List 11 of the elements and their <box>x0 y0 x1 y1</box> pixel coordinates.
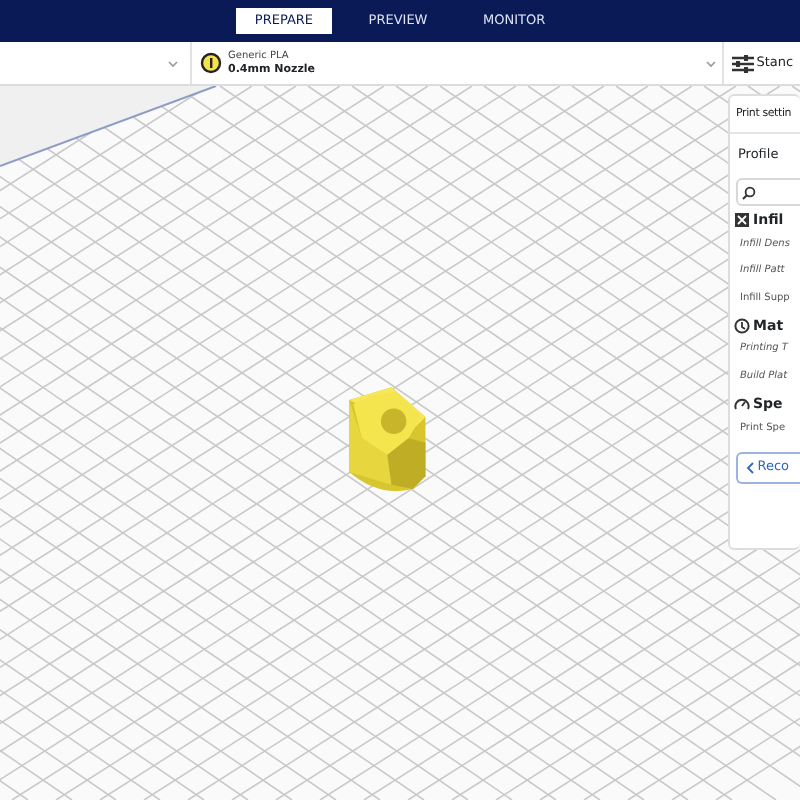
speed-icon <box>733 396 750 413</box>
infill-icon <box>733 212 750 229</box>
search-field[interactable] <box>736 178 800 206</box>
chevron-left-icon <box>746 461 754 474</box>
extruder-icon <box>199 52 221 74</box>
search-icon <box>741 185 756 199</box>
chevron-down-icon[interactable] <box>168 59 178 67</box>
3d-model-drawing[interactable] <box>349 387 426 492</box>
chevron-down-icon[interactable] <box>705 59 715 67</box>
material-icon <box>733 318 750 334</box>
settings-sliders-icon[interactable] <box>731 53 753 73</box>
